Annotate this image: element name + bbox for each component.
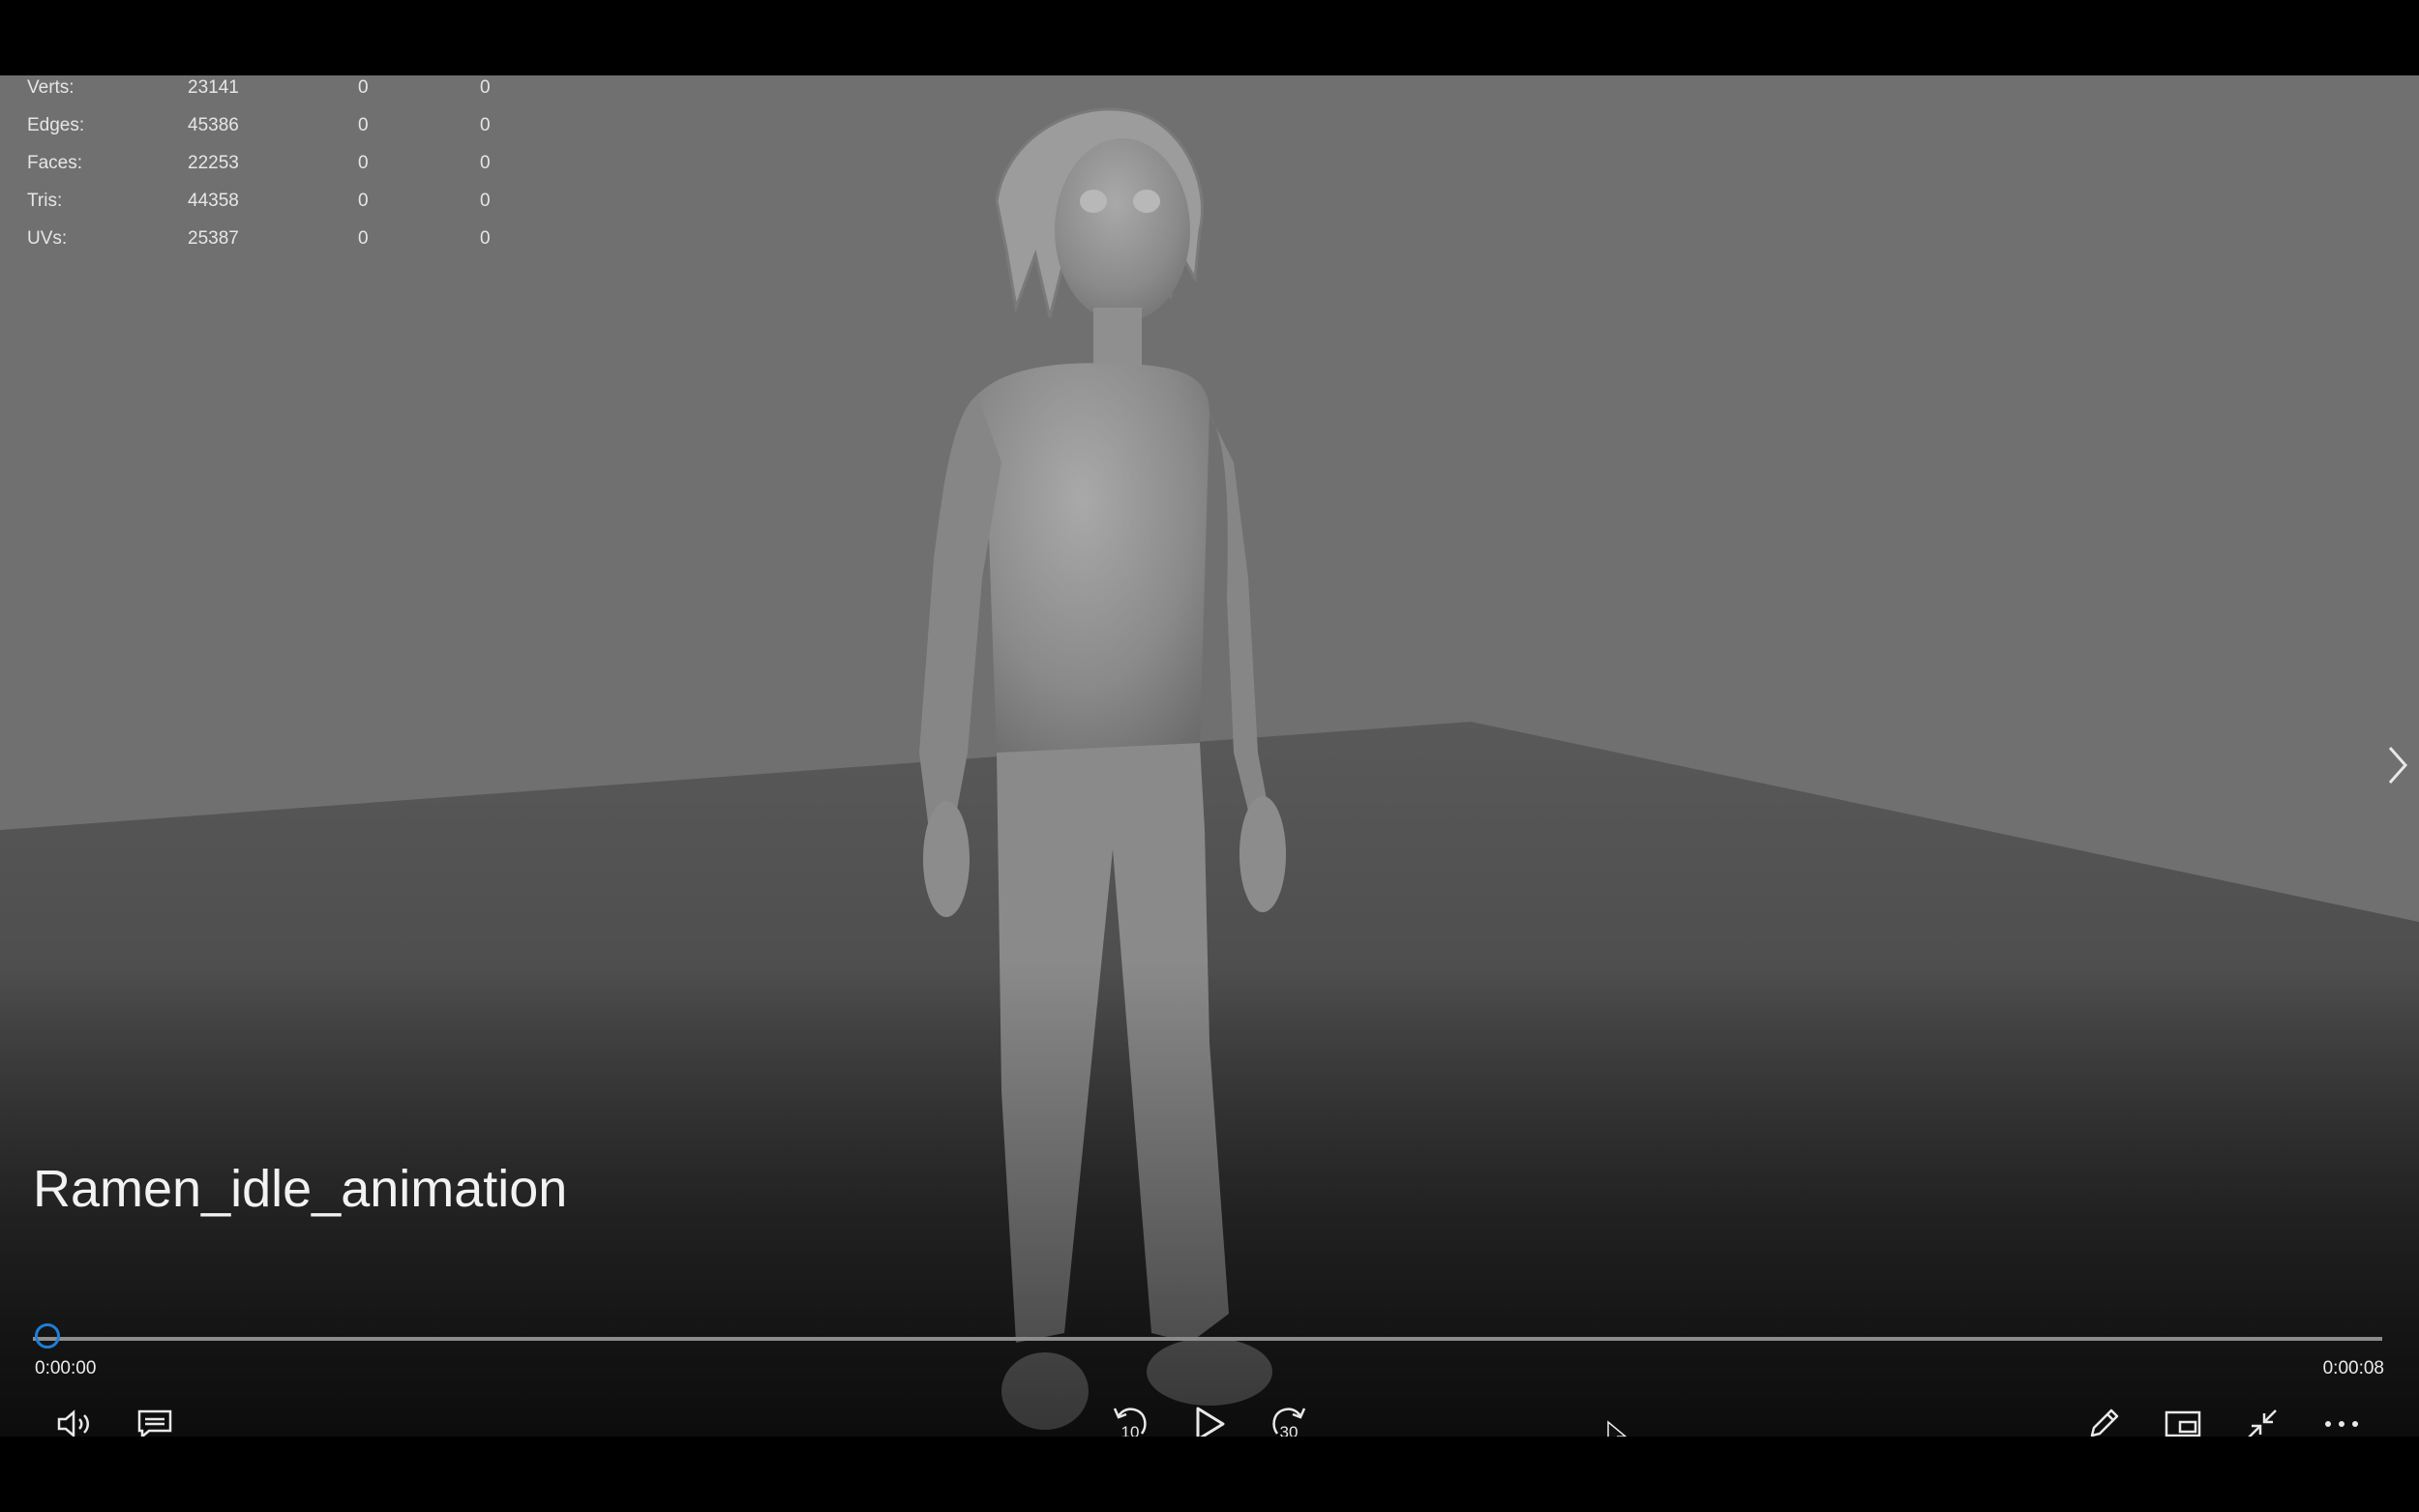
more-icon [2325, 1421, 2358, 1427]
video-viewport[interactable]: Verts: 23141 0 0 Edges: 45386 0 0 Faces:… [0, 75, 2419, 1437]
stat-value: 0 [480, 153, 491, 173]
stat-value: 23141 [188, 77, 239, 98]
picture-in-picture-icon [2165, 1410, 2201, 1437]
play-icon [1196, 1407, 1225, 1437]
chevron-right-icon [2388, 747, 2408, 784]
play-button[interactable] [1182, 1397, 1237, 1437]
skip-forward-label: 30 [1280, 1423, 1299, 1437]
skip-forward-icon: 30 [1272, 1408, 1306, 1437]
stat-value: 0 [358, 115, 369, 135]
more-options-button[interactable] [2314, 1397, 2369, 1437]
letterbox-top [0, 0, 2419, 75]
stat-value: 45386 [188, 115, 239, 135]
seek-bar[interactable] [33, 1337, 2382, 1341]
stat-value: 0 [358, 228, 369, 249]
mini-view-button[interactable] [2156, 1397, 2210, 1437]
total-duration: 0:00:08 [2322, 1358, 2384, 1379]
scene-render [0, 75, 2419, 1437]
volume-icon [57, 1409, 89, 1437]
volume-button[interactable] [48, 1397, 103, 1437]
stat-label: Verts: [27, 77, 75, 98]
stat-label: Tris: [27, 191, 63, 211]
stat-value: 22253 [188, 153, 239, 173]
stat-value: 0 [358, 77, 369, 98]
skip-back-button[interactable]: 10 [1103, 1397, 1157, 1437]
next-video-button[interactable] [2376, 733, 2419, 797]
captions-icon [137, 1409, 172, 1437]
stat-value: 0 [480, 115, 491, 135]
stat-value: 44358 [188, 191, 239, 211]
mouse-cursor-icon [1606, 1420, 1628, 1437]
stat-label: Edges: [27, 115, 85, 135]
exit-fullscreen-icon [2248, 1409, 2277, 1437]
skip-back-icon: 10 [1113, 1408, 1147, 1437]
seek-thumb[interactable] [35, 1323, 60, 1349]
stat-value: 0 [358, 191, 369, 211]
exit-fullscreen-button[interactable] [2235, 1397, 2289, 1437]
video-title: Ramen_idle_animation [33, 1160, 568, 1218]
current-time: 0:00:00 [35, 1358, 97, 1379]
stat-label: UVs: [27, 228, 68, 249]
captions-button[interactable] [128, 1397, 182, 1437]
stat-label: Faces: [27, 153, 83, 173]
stat-value: 0 [480, 77, 491, 98]
letterbox-bottom [0, 1437, 2419, 1512]
edit-button[interactable] [2076, 1397, 2131, 1437]
stat-value: 0 [480, 228, 491, 249]
pencil-icon [2090, 1408, 2119, 1437]
stat-value: 0 [480, 191, 491, 211]
stat-value: 0 [358, 153, 369, 173]
skip-back-label: 10 [1121, 1423, 1140, 1437]
skip-forward-button[interactable]: 30 [1262, 1397, 1316, 1437]
stat-value: 25387 [188, 228, 239, 249]
